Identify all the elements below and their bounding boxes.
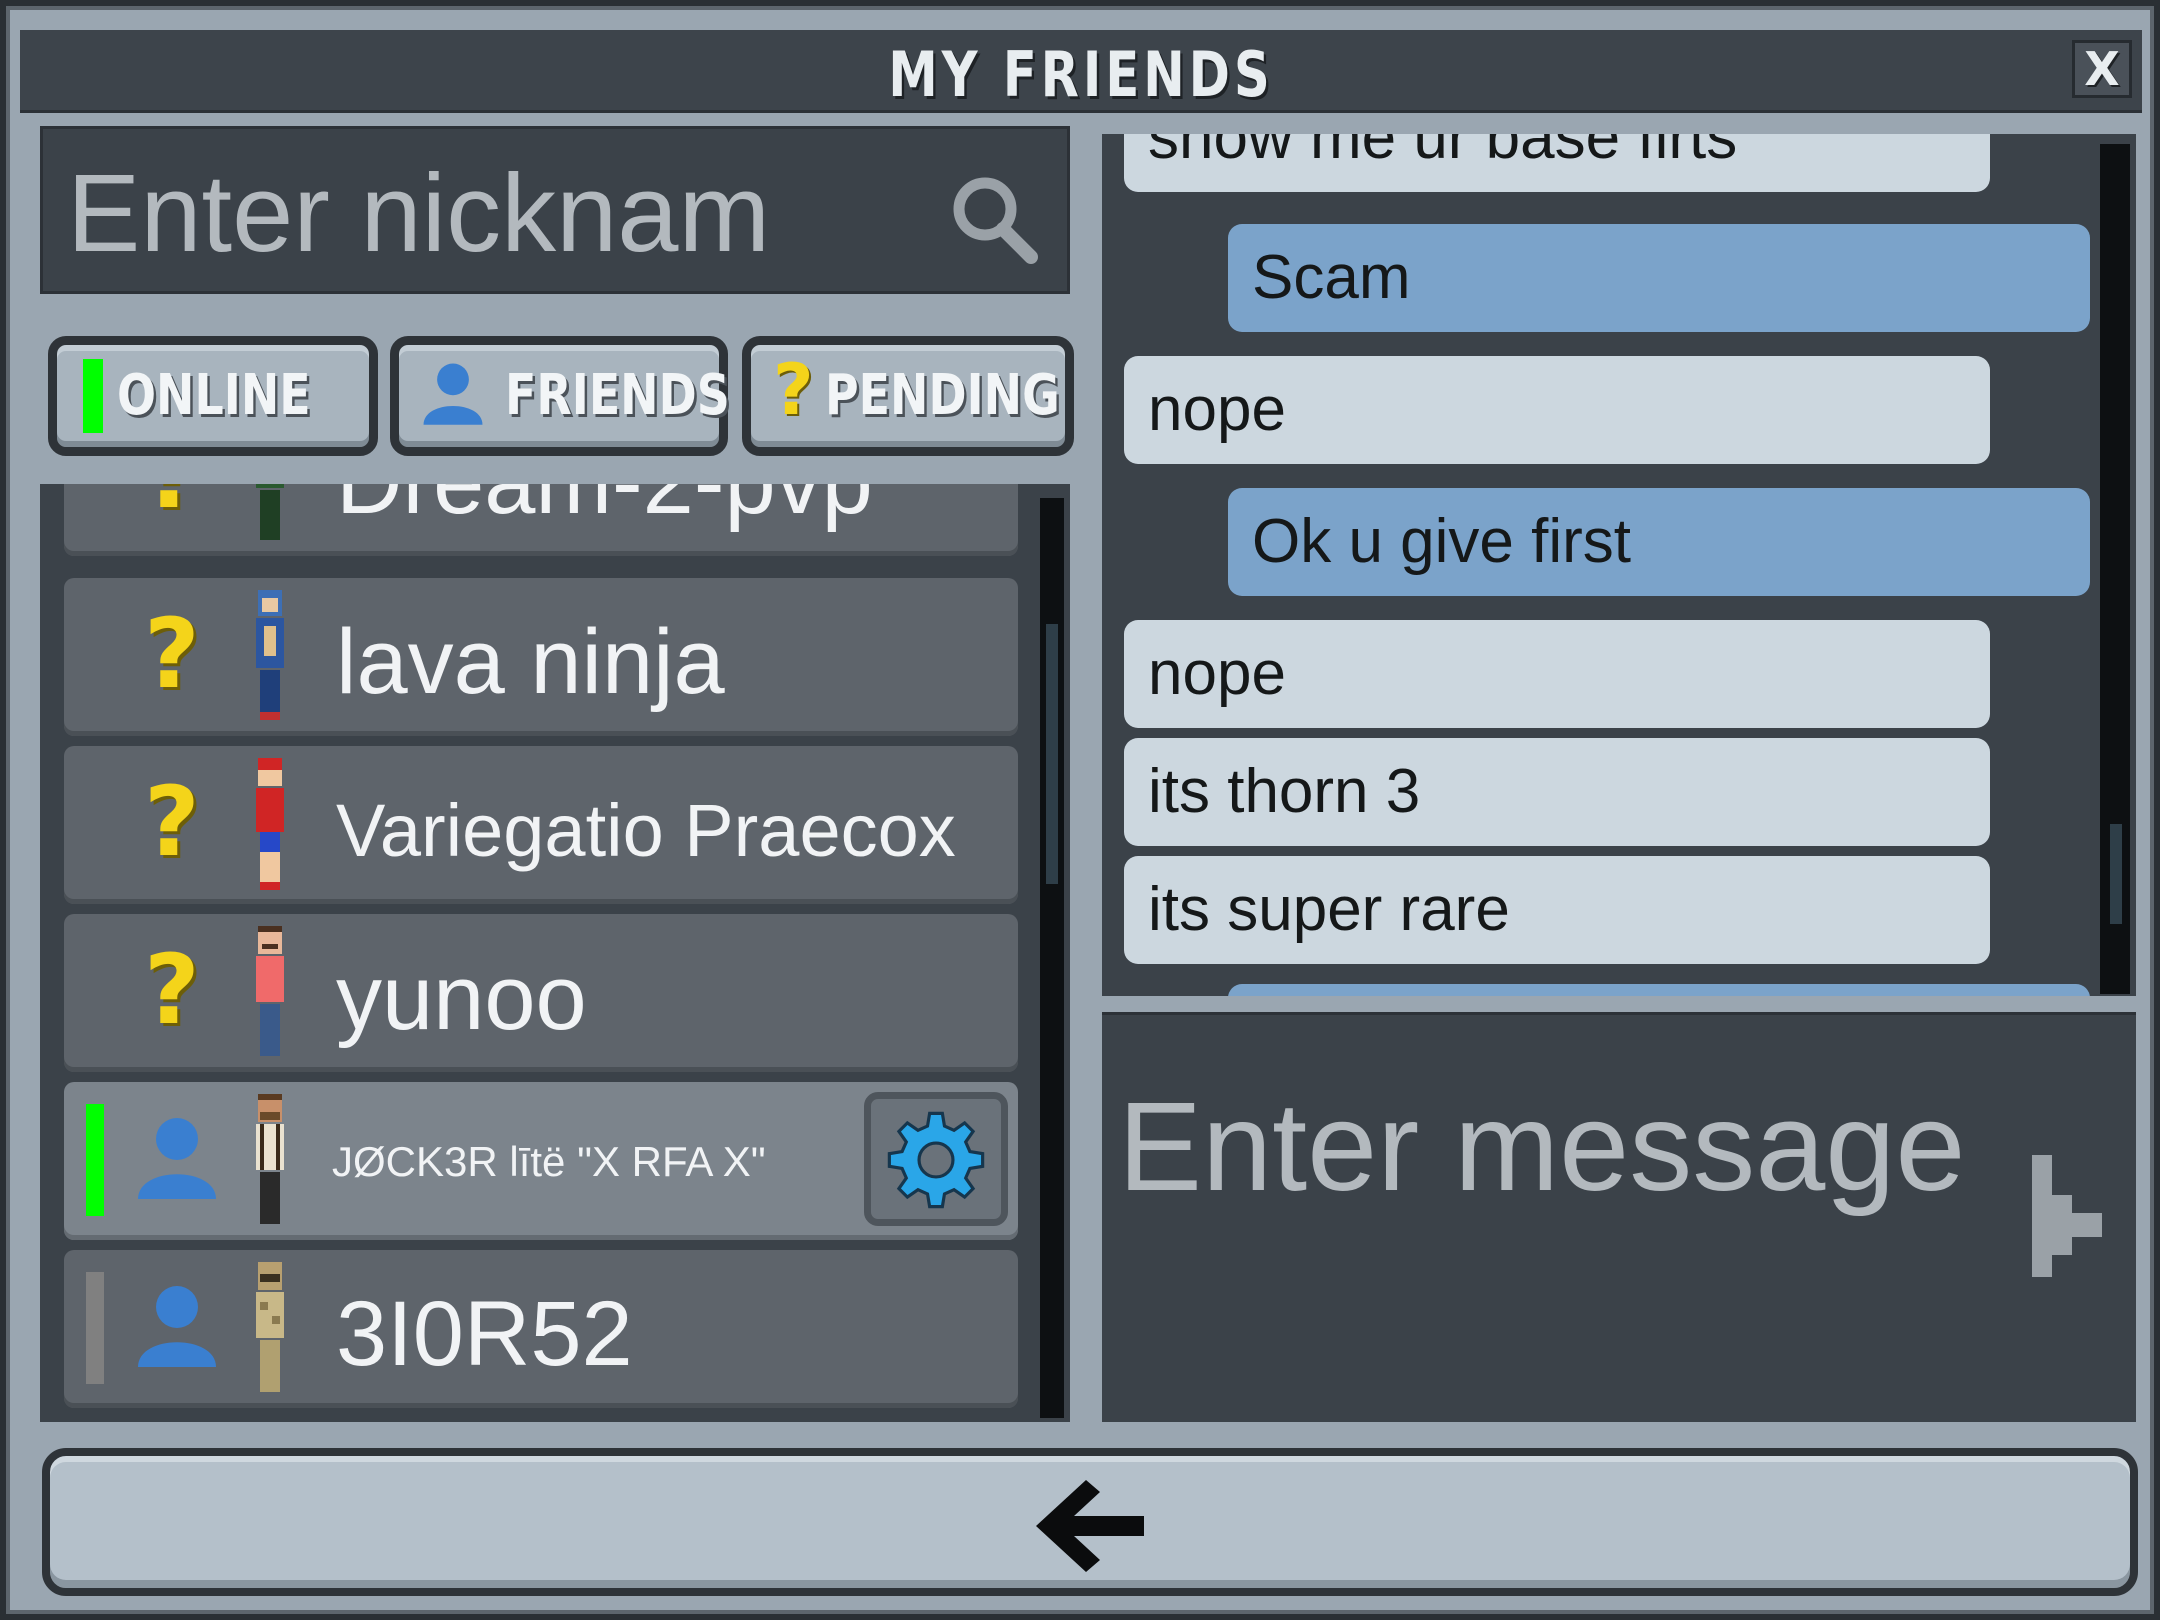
tab-friends-label: FRIENDS — [505, 363, 730, 428]
friend-row[interactable]: ? yunoo — [64, 914, 1018, 1072]
back-button[interactable] — [42, 1448, 2138, 1596]
pending-status-icon: ? — [144, 766, 200, 878]
friend-row[interactable]: ? Dream-2-pvp — [64, 484, 1018, 556]
title-bar: MY FRIENDS X — [20, 30, 2142, 113]
friend-settings-button[interactable] — [864, 1092, 1008, 1226]
friend-row-selected[interactable]: JØCK3R lītë "X RFA X" — [64, 1082, 1018, 1240]
friends-window: MY FRIENDS X ONLINE FRIENDS ? PENDING ? — [6, 6, 2154, 1614]
friend-name: 3I0R52 — [336, 1283, 633, 1385]
tab-pending[interactable]: ? PENDING — [742, 336, 1074, 456]
person-icon — [138, 1286, 216, 1367]
window-title: MY FRIENDS — [888, 38, 1274, 111]
search-icon[interactable] — [943, 169, 1043, 269]
person-icon — [138, 1118, 216, 1199]
friend-name: Variegatio Praecox — [336, 789, 956, 872]
online-status-bar-icon — [83, 359, 103, 433]
avatar — [256, 590, 284, 720]
pending-status-icon: ? — [144, 484, 200, 530]
message-input[interactable] — [1116, 1071, 2020, 1395]
friend-name: lava ninja — [336, 611, 725, 713]
pending-status-icon: ? — [144, 934, 200, 1046]
question-mark-icon: ? — [773, 349, 814, 431]
chat-scroll-thumb[interactable] — [2110, 824, 2122, 924]
friend-message: its super rare — [1124, 856, 1990, 964]
friend-message: nope — [1124, 356, 1990, 464]
friend-row[interactable]: ? Variegatio Praecox — [64, 746, 1018, 904]
nickname-search-input[interactable] — [65, 147, 949, 279]
person-icon — [423, 363, 483, 425]
friend-message: nope — [1124, 620, 1990, 728]
friend-list[interactable]: ? Dream-2-pvp ? lava ninja ? — [40, 484, 1070, 1422]
friend-name: Dream-2-pvp — [336, 484, 873, 535]
friend-name: yunoo — [336, 947, 587, 1049]
avatar — [256, 758, 284, 890]
tab-online-label: ONLINE — [117, 363, 311, 428]
send-icon[interactable] — [2028, 1151, 2108, 1281]
friend-row[interactable]: ? lava ninja — [64, 578, 1018, 736]
chat-messages-panel[interactable]: show me ur base firts Scam nope Ok u giv… — [1102, 134, 2136, 996]
friend-message: its thorn 3 — [1124, 738, 1990, 846]
avatar — [256, 926, 284, 1056]
message-compose-box[interactable] — [1102, 1012, 2136, 1422]
tab-pending-label: PENDING — [825, 363, 1060, 428]
avatar — [256, 1094, 284, 1224]
friend-message: show me ur base firts — [1124, 134, 1990, 192]
nickname-search-box[interactable] — [40, 126, 1070, 294]
gear-icon — [887, 1111, 985, 1209]
pending-status-icon: ? — [144, 598, 200, 710]
my-message: Ok u give first — [1228, 488, 2090, 596]
avatar — [256, 1262, 284, 1392]
friend-row[interactable]: 3I0R52 — [64, 1250, 1018, 1408]
my-message-partial — [1228, 984, 2090, 996]
friend-name: JØCK3R lītë "X RFA X" — [332, 1138, 766, 1185]
avatar — [256, 484, 284, 540]
tab-online[interactable]: ONLINE — [48, 336, 378, 456]
friend-list-scroll-thumb[interactable] — [1046, 624, 1058, 884]
my-message: Scam — [1228, 224, 2090, 332]
close-button[interactable]: X — [2072, 40, 2132, 98]
back-arrow-icon — [1036, 1480, 1144, 1572]
tab-friends[interactable]: FRIENDS — [390, 336, 730, 456]
online-status-indicator — [86, 1104, 104, 1216]
offline-status-indicator — [86, 1272, 104, 1384]
